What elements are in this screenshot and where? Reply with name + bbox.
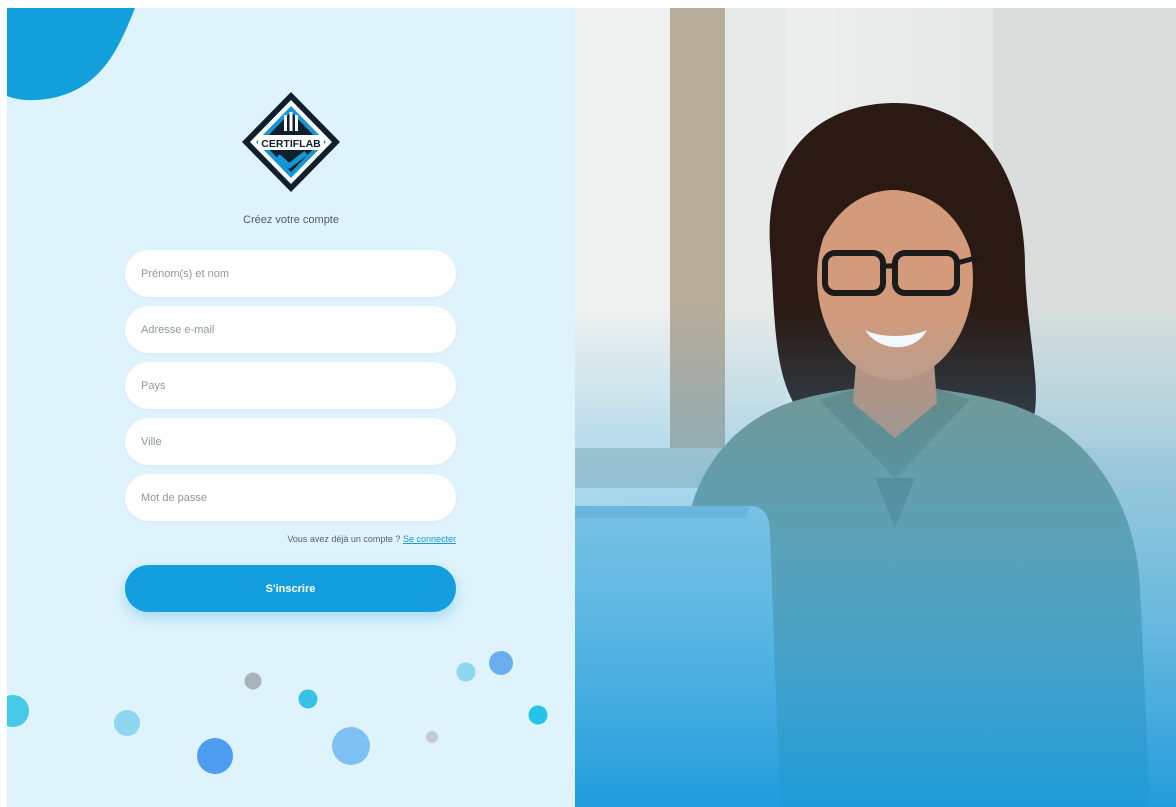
signup-page: CERTIFLAB Créez votre compte Vous avez d…	[7, 8, 1176, 807]
form-subtitle: Créez votre compte	[243, 214, 339, 226]
signup-button[interactable]: S'inscrire	[125, 565, 456, 612]
email-input[interactable]	[125, 306, 456, 353]
login-link[interactable]: Se connecter	[403, 534, 456, 544]
hero-photo	[575, 8, 1176, 807]
fullname-input[interactable]	[125, 250, 456, 297]
woman-using-laptop-illustration	[575, 8, 1176, 807]
signup-panel: CERTIFLAB Créez votre compte Vous avez d…	[7, 8, 575, 807]
login-prompt-line: Vous avez déjà un compte ? Se connecter	[125, 534, 456, 544]
password-input[interactable]	[125, 474, 456, 521]
decorative-dots	[7, 618, 570, 807]
logo-text: CERTIFLAB	[261, 138, 321, 150]
login-prompt-text: Vous avez déjà un compte ?	[287, 534, 401, 544]
country-input[interactable]	[125, 362, 456, 409]
certiflab-logo-icon: CERTIFLAB	[242, 92, 340, 192]
city-input[interactable]	[125, 418, 456, 465]
